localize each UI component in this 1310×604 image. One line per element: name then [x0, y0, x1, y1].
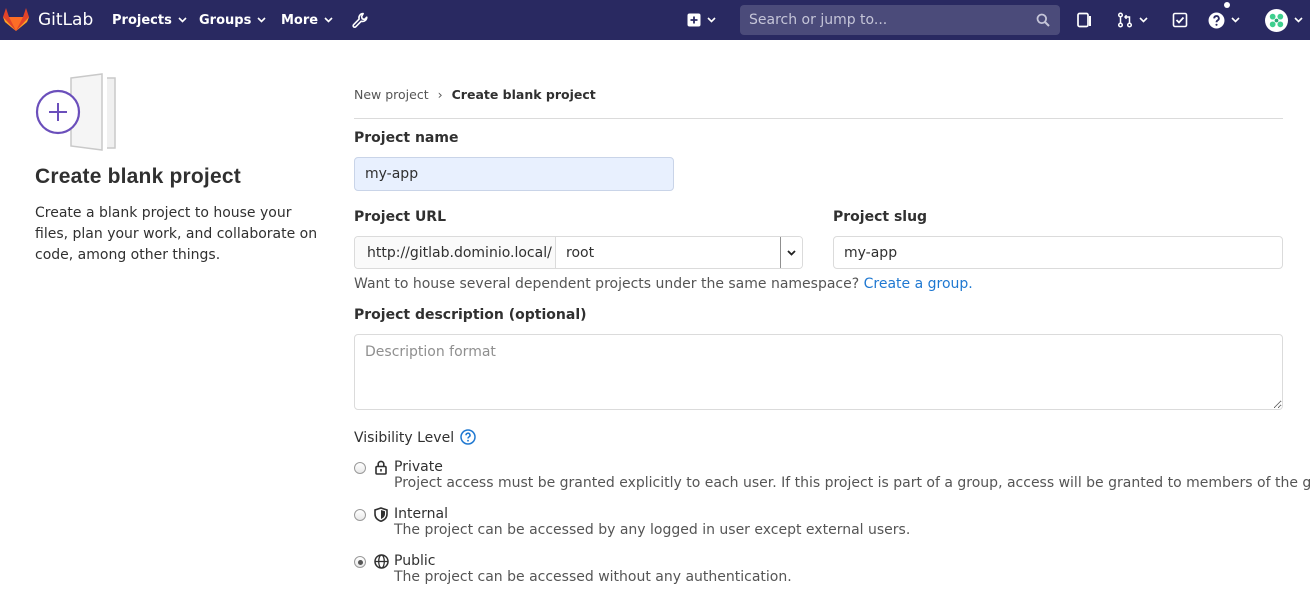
merge-requests-button[interactable]: [1117, 0, 1148, 40]
search-input[interactable]: [740, 12, 1020, 28]
brand-name: GitLab: [38, 10, 94, 30]
nav-more-label: More: [281, 12, 319, 28]
search-icon: [1036, 13, 1050, 27]
namespace-select[interactable]: root: [556, 237, 780, 268]
project-url-label: Project URL: [354, 209, 447, 225]
sidebar-description: Create a blank project to house your fil…: [35, 205, 318, 263]
project-slug-label: Project slug: [833, 209, 928, 225]
chevron-down-icon: [257, 17, 266, 23]
visibility-internal-description: The project can be accessed by any logge…: [394, 522, 911, 538]
merge-request-icon: [1117, 12, 1133, 28]
lock-icon: [375, 460, 387, 475]
nav-groups-menu[interactable]: Groups: [199, 0, 266, 40]
chevron-down-icon: [178, 17, 187, 23]
visibility-private-radio[interactable]: [354, 462, 366, 474]
sidebar-title: Create blank project: [35, 165, 241, 188]
visibility-public-title: Public: [394, 553, 436, 569]
nav-projects-menu[interactable]: Projects: [112, 0, 187, 40]
shield-icon: [374, 507, 388, 522]
gitlab-tanuki-icon: [3, 8, 29, 31]
admin-area-button[interactable]: [352, 0, 369, 40]
user-menu-button[interactable]: [1265, 0, 1303, 40]
project-description-textarea[interactable]: [354, 334, 1283, 410]
question-circle-icon[interactable]: [460, 429, 476, 445]
breadcrumb-parent-link[interactable]: New project: [354, 87, 429, 102]
breadcrumb-separator: ›: [437, 87, 443, 102]
wrench-icon: [352, 12, 368, 28]
todos-icon: [1172, 12, 1188, 28]
nav-projects-label: Projects: [112, 12, 172, 28]
create-group-link[interactable]: Create a group.: [864, 276, 973, 292]
avatar: [1265, 8, 1288, 32]
globe-icon: [374, 554, 389, 569]
chevron-down-icon: [1294, 17, 1303, 23]
todos-button[interactable]: [1172, 0, 1188, 40]
chevron-down-icon: [324, 17, 333, 23]
top-navbar: GitLab Projects Groups More: [0, 0, 1310, 40]
visibility-level-label: Visibility Level: [354, 430, 455, 446]
breadcrumb: New project › Create blank project: [354, 87, 596, 102]
chevron-down-icon: [707, 17, 716, 23]
visibility-private-description: Project access must be granted explicitl…: [394, 475, 1310, 491]
chevron-down-icon: [787, 249, 796, 256]
breadcrumb-current: Create blank project: [451, 87, 596, 102]
chevron-down-icon: [1231, 17, 1240, 23]
help-icon: [1208, 12, 1225, 28]
breadcrumb-divider: [354, 118, 1283, 119]
nav-groups-label: Groups: [199, 12, 252, 28]
chevron-down-icon: [1139, 17, 1148, 23]
visibility-private-title: Private: [394, 459, 443, 475]
gitlab-logo-link[interactable]: GitLab: [0, 0, 93, 40]
visibility-public-description: The project can be accessed without any …: [394, 569, 792, 585]
blank-project-illustration: [35, 73, 116, 151]
project-name-label: Project name: [354, 130, 459, 146]
project-name-input[interactable]: my-app: [354, 157, 674, 191]
plus-square-icon: [687, 13, 701, 27]
nav-more-menu[interactable]: More: [281, 0, 333, 40]
project-slug-input[interactable]: my-app: [833, 236, 1283, 269]
global-search[interactable]: [740, 5, 1060, 35]
project-description-label: Project description (optional): [354, 307, 587, 323]
visibility-level-heading: Visibility Level: [354, 429, 476, 446]
visibility-internal-title: Internal: [394, 506, 448, 522]
namespace-help-question: Want to house several dependent projects…: [354, 276, 860, 292]
notification-dot-icon: [1224, 2, 1230, 8]
issues-button[interactable]: [1077, 0, 1093, 40]
visibility-internal-radio[interactable]: [354, 509, 366, 521]
namespace-help-text: Want to house several dependent projects…: [354, 276, 973, 292]
project-url-group: http://gitlab.dominio.local/ root: [354, 236, 803, 269]
visibility-public-radio[interactable]: [354, 556, 366, 568]
new-menu-button[interactable]: [687, 0, 716, 40]
namespace-dropdown-toggle[interactable]: [780, 237, 802, 268]
issues-icon: [1077, 12, 1091, 28]
project-url-prefix: http://gitlab.dominio.local/: [355, 237, 556, 268]
